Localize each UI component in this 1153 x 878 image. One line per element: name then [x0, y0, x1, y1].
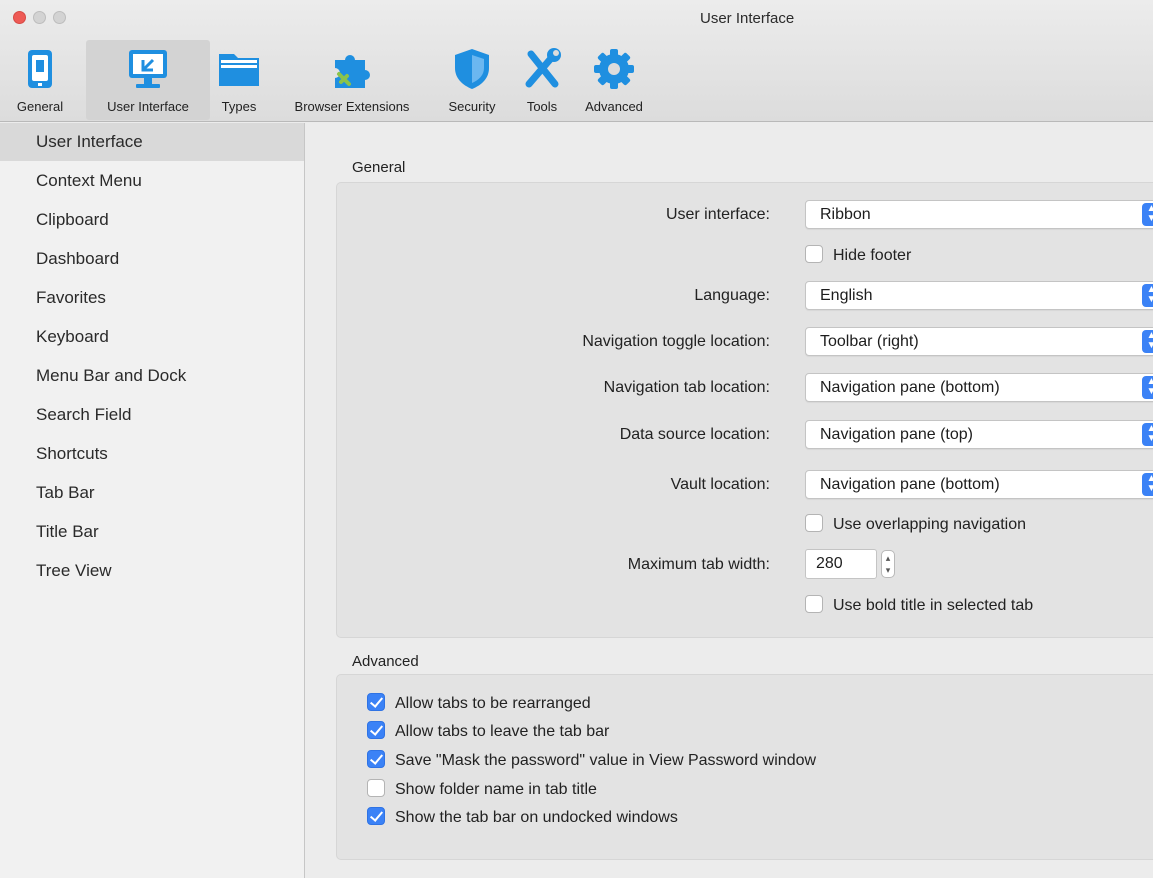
- max-tab-width-label: Maximum tab width:: [627, 556, 770, 573]
- nav-tab-label: Navigation tab location:: [603, 379, 770, 396]
- chevron-updown-icon: ▲ ▼: [1142, 203, 1153, 226]
- main-panel: General User interface: Ribbon ▲ ▼ Hide f…: [306, 123, 1153, 878]
- checkbox-box: [367, 750, 385, 768]
- puzzle-icon: [335, 54, 370, 88]
- monitor-icon: [129, 50, 167, 88]
- advanced-group: Allow tabs to be rearranged Allow tabs t…: [336, 674, 1153, 860]
- nav-tab-value: Navigation pane (bottom): [820, 379, 1000, 396]
- chevron-updown-icon: ▲ ▼: [1142, 330, 1153, 353]
- nav-toggle-select[interactable]: Toolbar (right) ▲ ▼: [805, 327, 1153, 356]
- checkbox-box: [367, 693, 385, 711]
- toolbar-label-general: General: [16, 99, 64, 114]
- sidebar-item-shortcuts[interactable]: Shortcuts: [0, 434, 304, 473]
- advanced-group-title: Advanced: [352, 653, 419, 670]
- save-mask-password-checkbox[interactable]: Save "Mask the password" value in View P…: [367, 750, 816, 770]
- user-interface-select[interactable]: Ribbon ▲ ▼: [805, 200, 1153, 229]
- allow-tabs-leave-checkbox[interactable]: Allow tabs to leave the tab bar: [367, 721, 609, 741]
- save-mask-password-label: Save "Mask the password" value in View P…: [395, 752, 817, 769]
- allow-tabs-rearranged-checkbox[interactable]: Allow tabs to be rearranged: [367, 693, 591, 713]
- chevron-updown-icon: ▲ ▼: [1142, 376, 1153, 399]
- sidebar-item-tree-view[interactable]: Tree View: [0, 551, 304, 590]
- tools-icon: [525, 48, 561, 88]
- sidebar-item-menu-bar-and-dock[interactable]: Menu Bar and Dock: [0, 356, 304, 395]
- toolbar-tools[interactable]: Tools: [514, 40, 570, 120]
- checkbox-box: [805, 595, 823, 613]
- vault-label: Vault location:: [670, 476, 770, 493]
- general-group: User interface: Ribbon ▲ ▼ Hide footer La…: [336, 182, 1153, 638]
- allow-tabs-leave-label: Allow tabs to leave the tab bar: [395, 723, 610, 740]
- language-select[interactable]: English ▲ ▼: [805, 281, 1153, 310]
- toolbar-label-browser-extensions: Browser Extensions: [294, 99, 410, 114]
- zoom-window-button[interactable]: [53, 11, 66, 24]
- allow-tabs-rearranged-label: Allow tabs to be rearranged: [395, 695, 591, 712]
- toolbar-security[interactable]: Security: [436, 40, 508, 120]
- language-value: English: [820, 287, 873, 304]
- toolbar-user-interface[interactable]: User Interface: [86, 40, 210, 120]
- hide-footer-checkbox[interactable]: Hide footer: [805, 245, 911, 265]
- nav-toggle-value: Toolbar (right): [820, 333, 919, 350]
- close-window-button[interactable]: [13, 11, 26, 24]
- sidebar-item-user-interface[interactable]: User Interface: [0, 123, 304, 161]
- toolbar-advanced[interactable]: Advanced: [572, 40, 656, 120]
- general-group-title: General: [352, 159, 406, 176]
- vault-select[interactable]: Navigation pane (bottom) ▲ ▼: [805, 470, 1153, 499]
- checkbox-box: [367, 779, 385, 797]
- sidebar-item-favorites[interactable]: Favorites: [0, 278, 304, 317]
- data-source-select[interactable]: Navigation pane (top) ▲ ▼: [805, 420, 1153, 449]
- show-tab-bar-undocked-label: Show the tab bar on undocked windows: [395, 809, 678, 826]
- hide-footer-label: Hide footer: [833, 247, 912, 264]
- bold-title-checkbox[interactable]: Use bold title in selected tab: [805, 595, 1033, 615]
- toolbar-label-advanced: Advanced: [585, 99, 643, 114]
- nav-toggle-label: Navigation toggle location:: [582, 333, 770, 350]
- sidebar-item-search-field[interactable]: Search Field: [0, 395, 304, 434]
- toolbar-label-types: Types: [221, 99, 257, 114]
- vault-value: Navigation pane (bottom): [820, 476, 1000, 493]
- checkbox-box: [805, 245, 823, 263]
- title-bar: User Interface General User Interface Ty…: [0, 0, 1153, 122]
- overlapping-navigation-label: Use overlapping navigation: [833, 516, 1027, 533]
- toolbar-browser-extensions[interactable]: Browser Extensions: [272, 40, 432, 120]
- user-interface-label: User interface:: [665, 206, 770, 223]
- overlapping-navigation-checkbox[interactable]: Use overlapping navigation: [805, 514, 1026, 534]
- gear-icon: [594, 49, 634, 89]
- toolbar-types[interactable]: Types: [210, 40, 268, 120]
- sidebar-item-tab-bar[interactable]: Tab Bar: [0, 473, 304, 512]
- sidebar-item-dashboard[interactable]: Dashboard: [0, 239, 304, 278]
- sidebar-item-keyboard[interactable]: Keyboard: [0, 317, 304, 356]
- show-folder-name-label: Show folder name in tab title: [395, 781, 597, 798]
- nav-tab-select[interactable]: Navigation pane (bottom) ▲ ▼: [805, 373, 1153, 402]
- max-tab-width-input[interactable]: 280: [805, 549, 877, 579]
- sidebar-item-context-menu[interactable]: Context Menu: [0, 161, 304, 200]
- sidebar-item-clipboard[interactable]: Clipboard: [0, 200, 304, 239]
- max-tab-width-stepper[interactable]: ▴ ▾: [881, 550, 895, 578]
- show-tab-bar-undocked-checkbox[interactable]: Show the tab bar on undocked windows: [367, 807, 678, 827]
- toolbar-general[interactable]: General: [0, 40, 80, 120]
- bold-title-label: Use bold title in selected tab: [833, 597, 1034, 614]
- language-label: Language:: [694, 287, 770, 304]
- shield-icon: [455, 49, 489, 89]
- window-title: User Interface: [700, 10, 795, 27]
- sidebar: User Interface Context Menu Clipboard Da…: [0, 123, 305, 878]
- toolbar-label-tools: Tools: [526, 99, 558, 114]
- chevron-updown-icon: ▲ ▼: [1142, 284, 1153, 307]
- sidebar-item-title-bar[interactable]: Title Bar: [0, 512, 304, 551]
- folder-icon: [219, 54, 259, 86]
- checkbox-box: [805, 514, 823, 532]
- checkbox-box: [367, 721, 385, 739]
- minimize-window-button[interactable]: [33, 11, 46, 24]
- checkbox-box: [367, 807, 385, 825]
- show-folder-name-checkbox[interactable]: Show folder name in tab title: [367, 779, 597, 799]
- toolbar-label-security: Security: [448, 99, 496, 114]
- device-icon: [28, 50, 52, 88]
- data-source-value: Navigation pane (top): [820, 426, 973, 443]
- data-source-label: Data source location:: [619, 426, 770, 443]
- chevron-updown-icon: ▲ ▼: [1142, 423, 1153, 446]
- user-interface-value: Ribbon: [820, 206, 871, 223]
- chevron-updown-icon: ▲ ▼: [1142, 473, 1153, 496]
- toolbar-label-user-interface: User Interface: [107, 99, 189, 114]
